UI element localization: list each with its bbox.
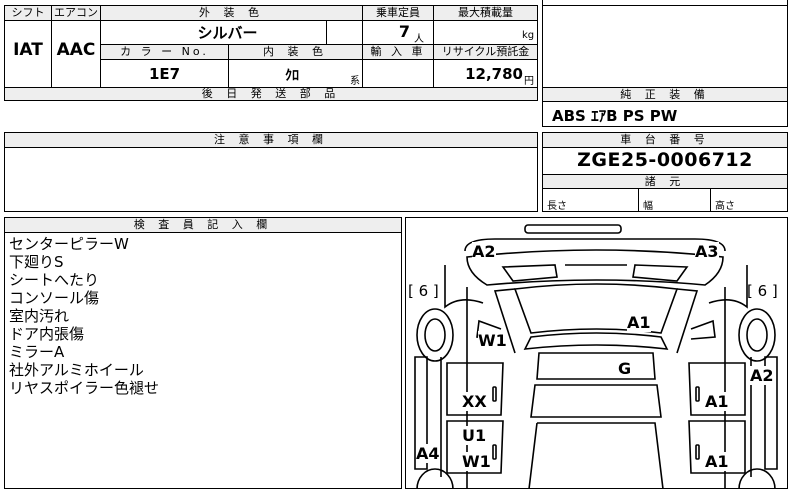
mark-a3-top: A3 xyxy=(695,242,719,261)
inspector-line: ミラーA xyxy=(9,343,65,361)
max-load-unit: kg xyxy=(522,30,535,41)
wheel-front-left xyxy=(416,308,454,362)
capacity-unit: 人 xyxy=(414,34,424,45)
headlight-right xyxy=(632,264,689,282)
body-outline xyxy=(466,287,726,489)
mark-a1-right-lower: A1 xyxy=(705,452,729,471)
right-top-box xyxy=(542,0,788,88)
inspector-line: センターピラーW xyxy=(9,235,129,253)
width-label: 幅 xyxy=(643,201,653,212)
shift-label: シフト xyxy=(4,5,52,21)
max-load-label: 最大積載量 xyxy=(433,5,538,21)
recycle-unit: 円 xyxy=(524,76,534,87)
mark-w1-left: W1 xyxy=(478,331,507,350)
windshield xyxy=(513,283,679,334)
roof xyxy=(523,332,669,350)
door-handle-lr xyxy=(492,444,497,460)
dims-label: 諸 元 xyxy=(543,174,787,189)
mark-u1-left: U1 xyxy=(462,426,487,445)
mark-a1-right-front: A1 xyxy=(705,392,729,411)
notes-label: 注 意 事 項 欄 xyxy=(5,133,537,148)
right-top-divider xyxy=(542,5,788,6)
interior-color-value: ｸﾛ xyxy=(285,68,299,84)
mark-left-6: [ 6 ] xyxy=(408,282,439,300)
wheel-front-right xyxy=(738,308,776,362)
mark-xx-left: XX xyxy=(462,392,487,411)
import-cell xyxy=(362,59,434,88)
chassis-value: ZGE25-0006712 xyxy=(577,149,753,171)
recycle-value: 12,780 xyxy=(465,65,523,83)
capacity-value: 7 xyxy=(398,22,410,41)
interior-color-label: 内 装 色 xyxy=(228,44,363,60)
mark-a2-right: A2 xyxy=(750,366,774,385)
inspector-line: 下廻りS xyxy=(9,253,64,271)
aircon-label: エアコン xyxy=(51,5,101,21)
right-front-fender xyxy=(708,265,748,309)
right-mirror xyxy=(690,319,716,340)
inspector-line: ドア内張傷 xyxy=(9,325,85,343)
rear-glass-lower xyxy=(528,422,664,489)
mark-a2-top: A2 xyxy=(472,242,496,261)
later-parts-label: 後 日 発 送 部 品 xyxy=(4,87,538,101)
color-no-label: カ ラ ー No. xyxy=(100,44,229,60)
door-handle-rf xyxy=(695,386,700,402)
inspector-label: 検 査 員 記 入 欄 xyxy=(5,218,401,233)
inspector-line: コンソール傷 xyxy=(9,289,100,307)
recycle-label: リサイクル預託金 xyxy=(433,44,538,60)
inspector-line: リヤスポイラー色褪せ xyxy=(9,379,160,397)
capacity-label: 乗車定員 xyxy=(362,5,434,21)
door-handle-lf xyxy=(492,386,497,402)
height-label: 高さ xyxy=(715,201,735,212)
car-diagram xyxy=(414,224,778,489)
mark-w1-left-lower: W1 xyxy=(462,452,491,471)
front-bumper xyxy=(464,238,726,252)
length-label: 長さ xyxy=(547,201,567,212)
wheel-front-left-inner xyxy=(424,318,446,352)
roof-panel xyxy=(536,352,656,380)
headlight-left xyxy=(501,264,558,282)
mark-g-center: G xyxy=(618,359,632,378)
exterior-color-label: 外 装 色 xyxy=(100,5,363,21)
mark-a1-roof: A1 xyxy=(627,313,651,332)
top-remnant xyxy=(4,0,538,6)
color-no-value: 1E7 xyxy=(148,65,181,83)
mark-right-6: [ 6 ] xyxy=(747,282,778,300)
inspector-lines: センターピラーW 下廻りS シートへたり コンソール傷 室内汚れ ドア内張傷 ミ… xyxy=(9,235,159,397)
front-bumper-top xyxy=(524,224,622,234)
wheel-front-right-inner xyxy=(746,318,768,352)
import-label: 輸 入 車 xyxy=(362,44,434,60)
chassis-label: 車 台 番 号 xyxy=(543,133,787,148)
right-a-pillar xyxy=(676,288,699,354)
interior-suffix: 系 xyxy=(350,76,360,87)
equipment-label: 純 正 装 備 xyxy=(543,88,787,102)
shift-value: IAT xyxy=(13,40,43,60)
inspector-line: シートへたり xyxy=(9,271,100,289)
inspector-line: 社外アルミホイール xyxy=(9,361,144,379)
exterior-color-divider xyxy=(326,20,327,45)
mark-a4-left: A4 xyxy=(416,444,440,463)
exterior-color-value: シルバー xyxy=(197,24,258,42)
left-front-fender xyxy=(444,265,484,309)
inspector-line: 室内汚れ xyxy=(9,307,70,325)
door-handle-rr xyxy=(695,444,700,460)
equipment-value: ABS ｴｱB PS PW xyxy=(552,107,678,125)
aircon-value: AAC xyxy=(56,40,96,60)
rear-window xyxy=(530,384,662,418)
